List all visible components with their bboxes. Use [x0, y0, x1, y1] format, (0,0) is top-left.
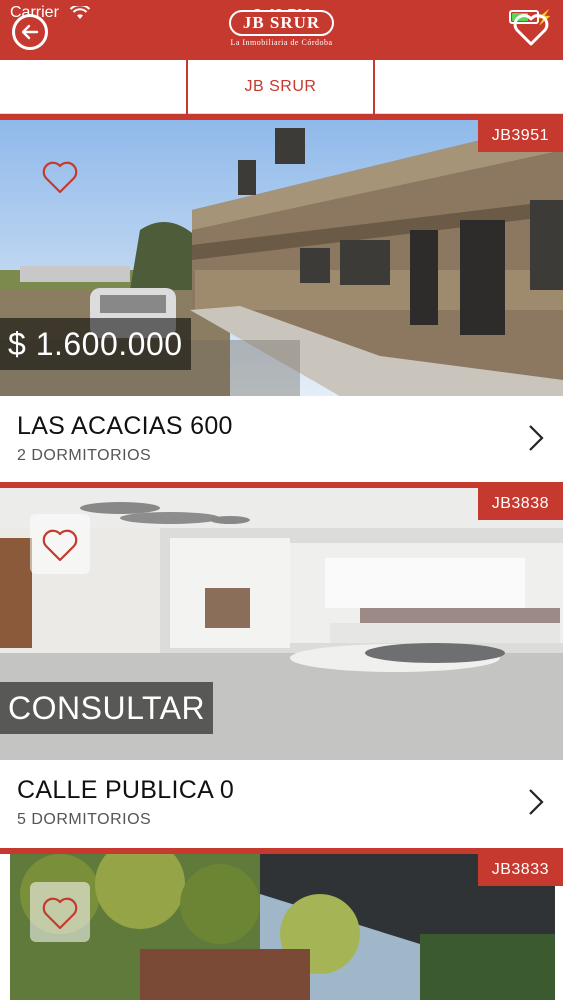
logo-subtitle: La Inmobiliaria de Córdoba	[230, 38, 333, 47]
listing-card[interactable]: JB3838 CONSULTAR CALLE PUBLICA 0 5 DORMI…	[0, 482, 563, 848]
listing-rooms: 2 DORMITORIOS	[17, 447, 152, 464]
app-header: Carrier 8:49 PM ⚡ JB SRUR La Inmobiliari…	[0, 0, 563, 60]
favorite-toggle[interactable]	[30, 514, 90, 574]
favorites-button[interactable]	[511, 10, 551, 50]
heart-icon	[42, 529, 78, 562]
heart-icon	[42, 161, 78, 194]
listing-info[interactable]: LAS ACACIAS 600 2 DORMITORIOS	[0, 396, 563, 482]
chevron-right-icon	[529, 425, 544, 451]
listing-price: CONSULTAR	[0, 682, 214, 734]
heart-icon	[42, 897, 78, 930]
brand-logo: JB SRUR La Inmobiliaria de Córdoba	[0, 10, 563, 47]
listing-address: CALLE PUBLICA 0	[17, 776, 235, 804]
favorite-toggle[interactable]	[30, 882, 90, 942]
tab-left[interactable]	[0, 60, 188, 114]
listing-card[interactable]: JB3833	[0, 848, 563, 1000]
tab-right[interactable]	[375, 60, 563, 114]
listing-address: LAS ACACIAS 600	[17, 412, 233, 440]
listing-code: JB3833	[477, 854, 563, 886]
heart-icon	[513, 14, 549, 46]
listing-photo: JB3833	[0, 854, 563, 1000]
filter-tabs: JB SRUR	[0, 60, 563, 114]
listing-photo: JB3951 $ 1.600.000	[0, 120, 563, 396]
tab-jb-srur[interactable]: JB SRUR	[188, 60, 375, 114]
listing-info[interactable]: CALLE PUBLICA 0 5 DORMITORIOS	[0, 760, 563, 846]
listing-photo: JB3838 CONSULTAR	[0, 488, 563, 760]
chevron-right-icon	[529, 789, 544, 815]
listing-card[interactable]: JB3951 $ 1.600.000 LAS ACACIAS 600 2 DOR…	[0, 114, 563, 482]
logo-text: JB SRUR	[228, 10, 335, 36]
listing-code: JB3951	[477, 120, 563, 152]
listing-rooms: 5 DORMITORIOS	[17, 811, 152, 828]
listing-code: JB3838	[477, 488, 563, 520]
listing-price: $ 1.600.000	[0, 318, 191, 370]
favorite-toggle[interactable]	[30, 146, 90, 206]
